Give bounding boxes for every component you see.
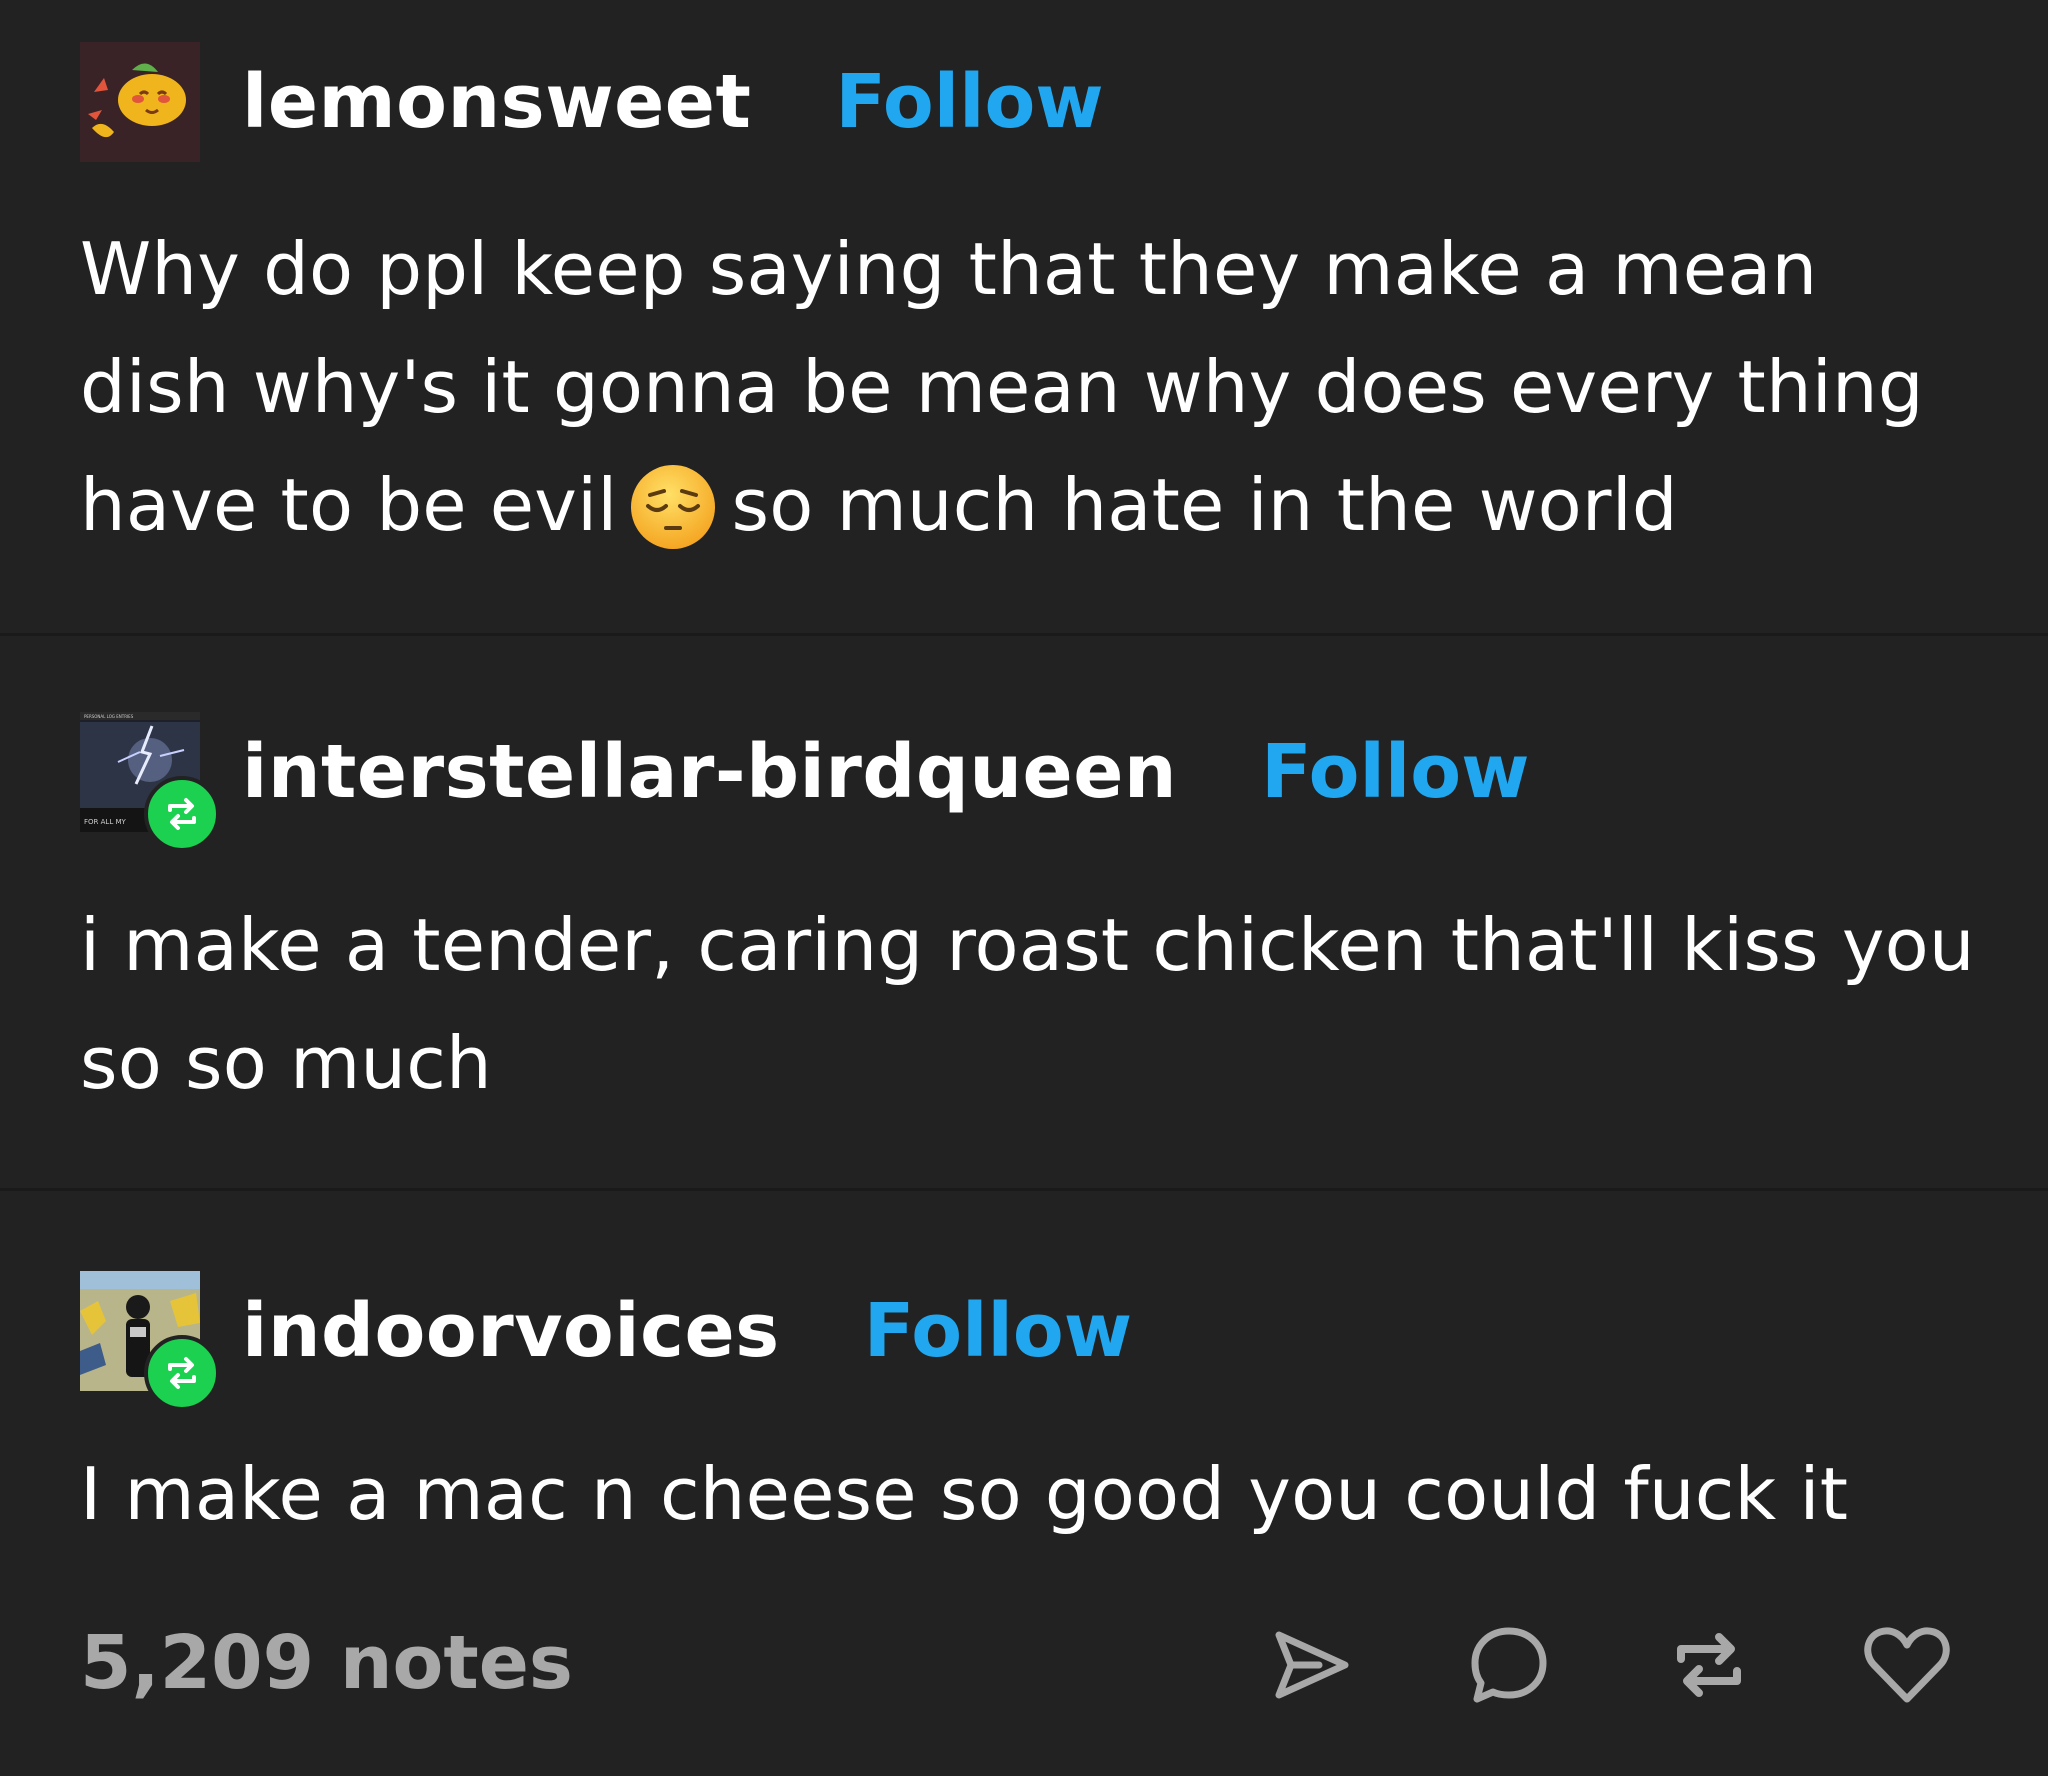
- reblog-badge-icon: [168, 1357, 196, 1389]
- reblog-button[interactable]: [1664, 1620, 1754, 1710]
- pensive-face-emoji-icon: [628, 462, 718, 552]
- share-icon: [1275, 1631, 1349, 1699]
- reblog-badge: [144, 1335, 220, 1411]
- reblog-entry-lemonsweet: lemonsweet Follow Why do ppl keep saying…: [0, 0, 2048, 634]
- reblog-header: PERSONAL LOG ENTRIES FOR ALL MY interste…: [80, 712, 1529, 852]
- follow-button[interactable]: Follow: [835, 59, 1103, 145]
- reblog-text: i make a tender, caring roast chicken th…: [80, 903, 1975, 1105]
- avatar[interactable]: [80, 42, 200, 162]
- avatar[interactable]: [80, 1271, 220, 1411]
- reblog-text-part: so much hate in the world: [731, 463, 1678, 547]
- reblog-badge: [144, 776, 220, 852]
- username[interactable]: lemonsweet: [242, 59, 751, 145]
- like-button[interactable]: [1862, 1620, 1952, 1710]
- reblog-header: lemonsweet Follow: [80, 42, 1104, 162]
- reblog-text: Why do ppl keep saying that they make a …: [80, 210, 1980, 564]
- reply-icon: [1471, 1627, 1547, 1703]
- avatar-caption-bottom: FOR ALL MY: [84, 818, 126, 826]
- follow-button[interactable]: Follow: [864, 1288, 1132, 1374]
- lemon-avatar-icon: [80, 42, 200, 162]
- tumblr-post: lemonsweet Follow Why do ppl keep saying…: [0, 0, 2048, 1776]
- reblog-header: indoorvoices Follow: [80, 1271, 1132, 1411]
- reblog-badge-icon: [168, 798, 196, 830]
- reblog-icon: [1677, 1633, 1741, 1697]
- avatar[interactable]: PERSONAL LOG ENTRIES FOR ALL MY: [80, 712, 220, 852]
- like-icon: [1864, 1627, 1950, 1703]
- reblog-entry-interstellar-birdqueen: PERSONAL LOG ENTRIES FOR ALL MY interste…: [0, 636, 2048, 1189]
- username[interactable]: interstellar-birdqueen: [242, 729, 1177, 815]
- post-footer: 5,209 notes: [0, 1600, 2048, 1730]
- username[interactable]: indoorvoices: [242, 1288, 780, 1374]
- share-button[interactable]: [1266, 1620, 1356, 1710]
- reply-button[interactable]: [1464, 1620, 1554, 1710]
- follow-button[interactable]: Follow: [1261, 729, 1529, 815]
- reblog-entry-indoorvoices: indoorvoices Follow I make a mac n chees…: [0, 1191, 2048, 1591]
- reblog-text: I make a mac n cheese so good you could …: [80, 1452, 1849, 1536]
- notes-count[interactable]: 5,209 notes: [80, 1620, 573, 1706]
- avatar-caption-top: PERSONAL LOG ENTRIES: [84, 714, 134, 719]
